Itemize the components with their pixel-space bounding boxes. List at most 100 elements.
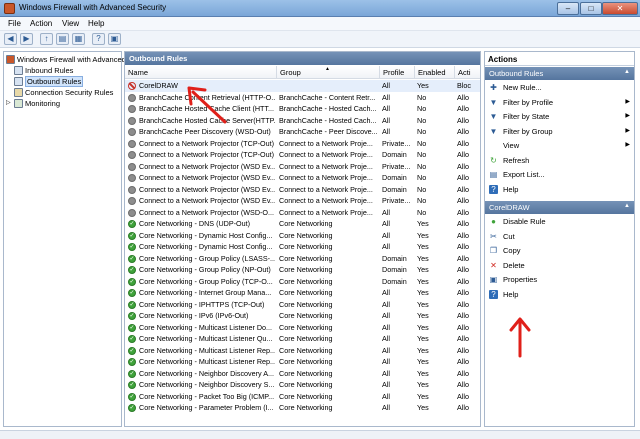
cell-group: Core Networking <box>279 288 333 297</box>
table-row[interactable]: ✓ Core Networking - Group Policy (TCP-O..… <box>125 276 480 288</box>
cell-group: Core Networking <box>279 322 333 332</box>
cell-group: Core Networking <box>279 253 333 263</box>
cell-action: Allo <box>457 345 469 355</box>
action-item[interactable]: ▤ Export List... <box>485 169 634 181</box>
action-item[interactable]: ✂ Cut <box>485 231 634 243</box>
table-row[interactable]: ✓ Core Networking - Multicast Listener Qu… <box>125 333 480 345</box>
action-label: View <box>503 141 520 150</box>
export-list-icon[interactable]: ▦ <box>72 33 85 45</box>
action-item[interactable]: ✕ Delete <box>485 260 634 272</box>
action-item[interactable]: ▼ Filter by State ▶ <box>485 111 634 123</box>
menu-file[interactable]: File <box>8 19 21 28</box>
collapse-up-icon[interactable]: ▲ <box>624 203 630 209</box>
action-item[interactable]: ↻ Refresh <box>485 155 634 167</box>
column-action[interactable]: Acti <box>455 66 480 79</box>
column-enabled[interactable]: Enabled <box>415 66 455 79</box>
cell-profile: Domain <box>382 150 407 159</box>
cut-icon: ✂ <box>490 231 497 241</box>
allow-enabled-icon: ✓ <box>128 369 136 378</box>
table-row[interactable]: BranchCache Hosted Cache Server(HTTP... B… <box>125 115 480 127</box>
cell-profile: All <box>382 311 390 320</box>
connection-security-icon <box>14 88 23 97</box>
cell-group: Core Networking <box>279 311 333 320</box>
cell-group: Core Networking <box>279 299 333 309</box>
cell-action: Allo <box>457 150 469 159</box>
table-row[interactable]: ✓ Core Networking - Group Policy (LSASS-.… <box>125 253 480 265</box>
action-item[interactable]: ? Help <box>485 184 634 196</box>
table-row[interactable]: Connect to a Network Projector (WSD Ev..… <box>125 195 480 207</box>
maximize-button[interactable]: □ <box>580 2 602 15</box>
table-row[interactable]: Connect to a Network Projector (TCP-Out)… <box>125 138 480 150</box>
table-row[interactable]: ✓ Core Networking - Neighbor Discovery A.… <box>125 368 480 380</box>
cell-enabled: Yes <box>417 322 429 332</box>
column-group[interactable]: Group ▲ <box>277 66 380 79</box>
table-row[interactable]: ✓ Core Networking - IPHTTPS (TCP-Out) Core… <box>125 299 480 311</box>
expand-arrow-icon[interactable]: ▷ <box>6 99 11 106</box>
menu-action[interactable]: Action <box>30 19 52 28</box>
actions-section-coreldraw[interactable]: CorelDRAW ▲ <box>485 201 634 214</box>
inbound-rules-icon <box>14 66 23 75</box>
table-row[interactable]: Connect to a Network Projector (WSD Ev..… <box>125 172 480 184</box>
up-icon[interactable]: ↑ <box>40 33 53 45</box>
action-item[interactable]: ? Help <box>485 289 634 301</box>
action-item[interactable]: ▼ Filter by Profile ▶ <box>485 97 634 109</box>
cell-enabled: No <box>417 184 427 194</box>
table-row[interactable]: ✓ Core Networking - Group Policy (NP-Out)… <box>125 264 480 276</box>
table-row[interactable]: ✓ Core Networking - Parameter Problem (I.… <box>125 402 480 414</box>
table-row[interactable]: CorelDRAW All Yes Bloc <box>125 80 480 92</box>
cell-enabled: Yes <box>417 81 429 90</box>
action-item[interactable]: ▣ Properties <box>485 274 634 286</box>
minimize-button[interactable]: – <box>557 2 579 15</box>
cell-action: Allo <box>457 368 469 378</box>
cell-enabled: Yes <box>417 345 429 355</box>
help-icon[interactable]: ? <box>92 33 105 45</box>
action-label: Help <box>503 289 519 299</box>
toolbar: ◀ ▶ ↑ ▤ ▦ ? ▣ <box>0 31 640 48</box>
table-row[interactable]: ✓ Core Networking - IPv6 (IPv6-Out) Core N… <box>125 310 480 322</box>
column-profile[interactable]: Profile <box>380 66 415 79</box>
allow-enabled-icon: ✓ <box>128 312 136 320</box>
table-row[interactable]: ✓ Core Networking - Packet Too Big (ICMP.… <box>125 391 480 403</box>
table-row[interactable]: Connect to a Network Projector (WSD Ev..… <box>125 184 480 196</box>
submenu-arrow-icon: ▶ <box>625 142 630 148</box>
show-hide-tree-icon[interactable]: ▤ <box>56 33 69 45</box>
table-row[interactable]: ✓ Core Networking - Multicast Listener Do… <box>125 322 480 334</box>
collapse-up-icon[interactable]: ▲ <box>624 69 630 75</box>
table-row[interactable]: ✓ Core Networking - Internet Group Mana..… <box>125 287 480 299</box>
properties-icon[interactable]: ▣ <box>108 33 121 45</box>
table-row[interactable]: Connect to a Network Projector (TCP-Out)… <box>125 149 480 161</box>
table-row[interactable]: ✓ Core Networking - Neighbor Discovery S.… <box>125 379 480 391</box>
table-row[interactable]: Connect to a Network Projector (WSD-O...… <box>125 207 480 219</box>
back-icon[interactable]: ◀ <box>4 33 17 45</box>
cell-profile: All <box>382 380 390 389</box>
action-item[interactable]: ▼ Filter by Group ▶ <box>485 126 634 138</box>
cell-profile: All <box>382 81 390 90</box>
cell-action: Allo <box>457 184 469 194</box>
menu-view[interactable]: View <box>62 19 79 28</box>
cell-name: Core Networking - Parameter Problem (I..… <box>139 403 274 412</box>
column-name[interactable]: Name <box>125 66 277 79</box>
table-row[interactable]: BranchCache Content Retrieval (HTTP-O...… <box>125 92 480 104</box>
table-row[interactable]: ✓ Core Networking - Dynamic Host Config..… <box>125 241 480 253</box>
table-row[interactable]: BranchCache Peer Discovery (WSD-Out) Bran… <box>125 126 480 138</box>
allow-enabled-icon: ✓ <box>128 231 136 240</box>
table-row[interactable]: ✓ Core Networking - DNS (UDP-Out) Core Net… <box>125 218 480 230</box>
close-button[interactable]: ✕ <box>602 2 638 15</box>
allow-enabled-icon: ✓ <box>128 323 136 332</box>
actions-section-outbound[interactable]: Outbound Rules ▲ <box>485 67 634 80</box>
cell-enabled: Yes <box>417 253 429 263</box>
table-row[interactable]: ✓ Core Networking - Multicast Listener Re… <box>125 345 480 357</box>
allow-disabled-icon <box>128 105 136 113</box>
cell-group: Core Networking <box>279 368 333 378</box>
action-item[interactable]: ❐ Copy <box>485 245 634 257</box>
table-row[interactable]: ✓ Core Networking - Dynamic Host Config..… <box>125 230 480 242</box>
cell-enabled: Yes <box>417 242 429 251</box>
forward-icon[interactable]: ▶ <box>20 33 33 45</box>
table-row[interactable]: Connect to a Network Projector (WSD Ev..… <box>125 161 480 173</box>
action-item[interactable]: ✚ New Rule... <box>485 82 634 94</box>
table-row[interactable]: ✓ Core Networking - Multicast Listener Re… <box>125 356 480 368</box>
action-item[interactable]: View ▶ <box>485 140 634 152</box>
action-item[interactable]: ● Disable Rule <box>485 216 634 228</box>
table-row[interactable]: BranchCache Hosted Cache Client (HTT... B… <box>125 103 480 115</box>
menu-help[interactable]: Help <box>88 19 104 28</box>
